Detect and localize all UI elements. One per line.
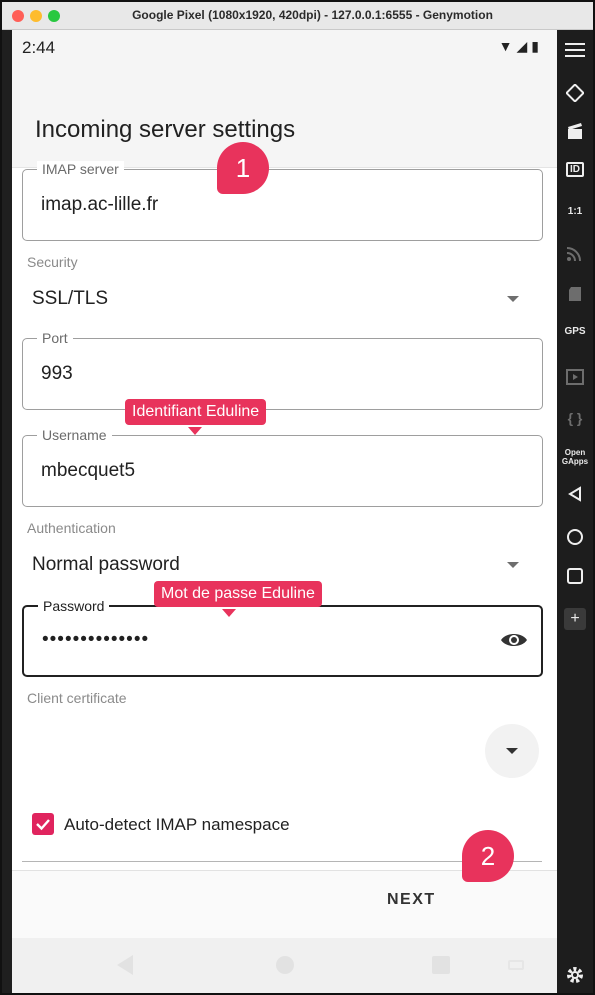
settings-gear-icon[interactable] bbox=[557, 966, 593, 984]
window-title: Google Pixel (1080x1920, 420dpi) - 127.0… bbox=[132, 8, 493, 22]
username-label: Username bbox=[37, 427, 112, 443]
capture-icon[interactable] bbox=[557, 122, 593, 140]
password-field[interactable]: Password •••••••••••••• bbox=[22, 598, 543, 677]
media-icon[interactable] bbox=[557, 368, 593, 386]
recents-icon[interactable] bbox=[557, 568, 593, 584]
security-select[interactable]: SSL/TLS bbox=[12, 280, 557, 320]
imap-server-label: IMAP server bbox=[37, 161, 124, 177]
device-id-icon[interactable]: ID bbox=[557, 162, 593, 177]
password-label: Password bbox=[38, 598, 110, 614]
maximize-window-button[interactable] bbox=[48, 10, 60, 22]
client-certificate-label: Client certificate bbox=[27, 690, 127, 706]
security-value: SSL/TLS bbox=[32, 288, 109, 309]
add-icon[interactable]: + bbox=[564, 608, 586, 630]
username-annotation: Identifiant Eduline bbox=[125, 399, 267, 425]
cast-icon[interactable] bbox=[557, 244, 593, 262]
keyboard-icon[interactable] bbox=[508, 960, 524, 970]
annotation-pointer bbox=[222, 609, 236, 617]
android-nav-bar bbox=[12, 938, 557, 993]
signal-icon: ◢ bbox=[516, 38, 532, 54]
battery-icon: ▮ bbox=[531, 38, 543, 54]
wifi-icon: ▼ bbox=[498, 38, 517, 54]
client-certificate-select[interactable] bbox=[485, 724, 539, 778]
check-icon bbox=[36, 819, 50, 831]
nav-home-icon[interactable] bbox=[276, 956, 294, 974]
port-field[interactable]: Port 993 bbox=[22, 330, 543, 410]
imap-server-value: imap.ac-lille.fr bbox=[41, 194, 159, 215]
page-title: Incoming server settings bbox=[35, 116, 296, 143]
nav-back-icon[interactable] bbox=[117, 955, 133, 975]
chevron-down-icon bbox=[507, 296, 519, 302]
chevron-down-icon bbox=[506, 748, 518, 754]
status-clock: 2:44 bbox=[22, 38, 56, 57]
authentication-select[interactable]: Normal password bbox=[12, 546, 557, 586]
nav-recents-icon[interactable] bbox=[432, 956, 450, 974]
genymotion-toolbar: ID 1:1 GPS { } Open GApps + bbox=[557, 30, 593, 993]
opengapps-icon[interactable]: Open GApps bbox=[557, 448, 593, 466]
annotation-pointer bbox=[188, 427, 202, 435]
close-window-button[interactable] bbox=[12, 10, 24, 22]
port-label: Port bbox=[37, 330, 73, 346]
authentication-label: Authentication bbox=[27, 520, 116, 536]
security-label: Security bbox=[27, 254, 78, 270]
authentication-value: Normal password bbox=[32, 554, 180, 575]
phone-screen: 2:44 ▼◢▮ Incoming server settings IMAP s… bbox=[12, 30, 557, 993]
port-value: 993 bbox=[41, 363, 73, 384]
step-1-badge: 1 bbox=[217, 142, 269, 194]
home-icon[interactable] bbox=[557, 528, 593, 546]
username-field[interactable]: Username mbecquet5 bbox=[22, 427, 543, 507]
rotate-icon[interactable] bbox=[557, 84, 593, 102]
gps-icon[interactable]: GPS bbox=[557, 326, 593, 337]
status-icons: ▼◢▮ bbox=[499, 38, 543, 55]
imap-server-field[interactable]: IMAP server imap.ac-lille.fr bbox=[22, 161, 543, 241]
auto-detect-checkbox[interactable] bbox=[32, 813, 54, 835]
window-titlebar: Google Pixel (1080x1920, 420dpi) - 127.0… bbox=[2, 2, 593, 30]
chevron-down-icon bbox=[507, 562, 519, 568]
password-annotation: Mot de passe Eduline bbox=[154, 581, 322, 607]
status-bar: 2:44 ▼◢▮ bbox=[12, 30, 557, 66]
app-bar: Incoming server settings bbox=[12, 66, 557, 168]
menu-icon[interactable] bbox=[557, 42, 593, 58]
scale-icon[interactable]: 1:1 bbox=[557, 206, 593, 217]
eye-icon[interactable] bbox=[499, 629, 529, 651]
code-icon[interactable]: { } bbox=[557, 410, 593, 426]
password-value: •••••••••••••• bbox=[42, 629, 150, 650]
back-icon[interactable] bbox=[557, 486, 593, 502]
auto-detect-label: Auto-detect IMAP namespace bbox=[64, 815, 290, 834]
step-2-badge: 2 bbox=[462, 830, 514, 882]
minimize-window-button[interactable] bbox=[30, 10, 42, 22]
storage-icon[interactable] bbox=[557, 286, 593, 302]
next-button[interactable]: NEXT bbox=[387, 891, 436, 909]
username-value: mbecquet5 bbox=[41, 460, 136, 481]
